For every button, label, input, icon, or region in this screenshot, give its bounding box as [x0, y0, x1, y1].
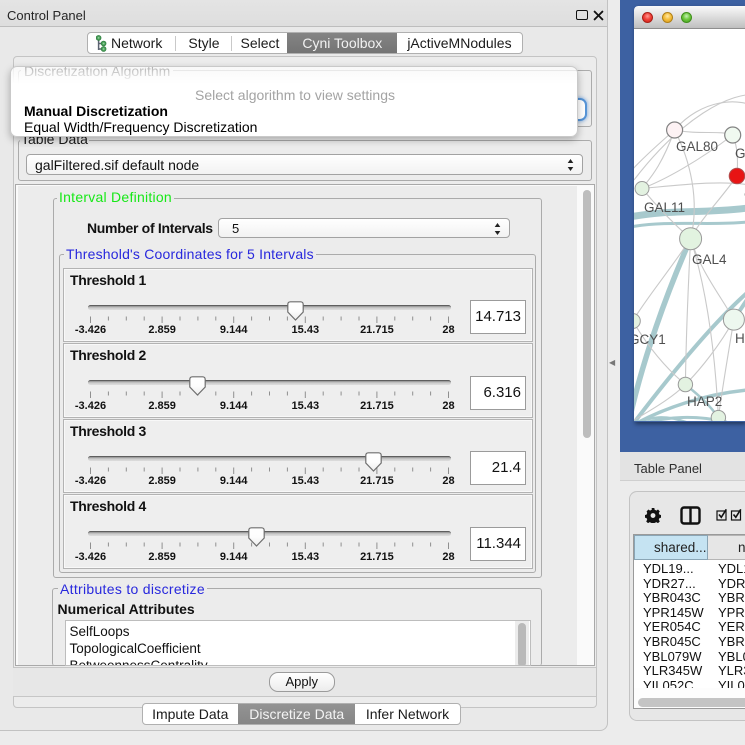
svg-text:GAL4: GAL4: [692, 252, 727, 267]
svg-text:GCY1: GCY1: [634, 332, 666, 347]
svg-text:GAL80: GAL80: [676, 139, 718, 154]
svg-text:HAP2: HAP2: [687, 394, 722, 409]
svg-text:GAL11: GAL11: [644, 200, 685, 215]
svg-text:H: H: [735, 331, 745, 346]
svg-text:G: G: [735, 146, 745, 161]
